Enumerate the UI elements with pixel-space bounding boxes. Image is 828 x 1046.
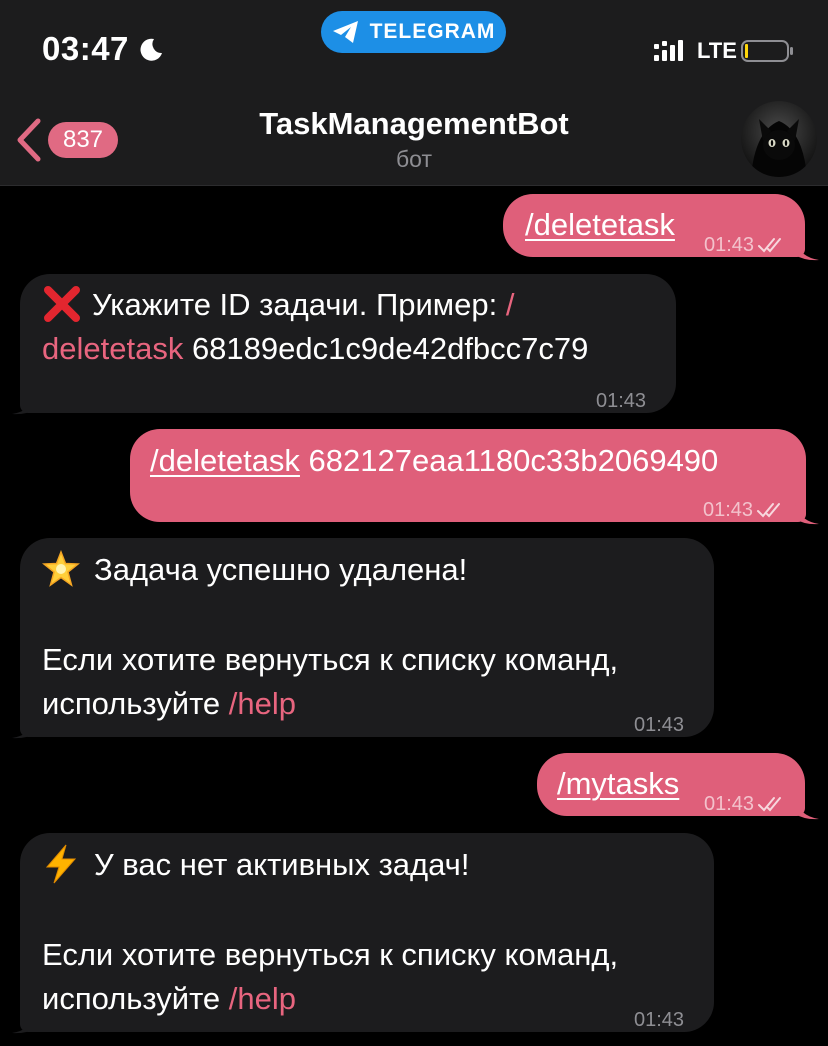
message-text: /deletetask 682127eaa1180c33b2069490 (150, 443, 719, 478)
network-type: LTE (697, 38, 737, 63)
battery-icon (741, 40, 793, 62)
message-headline: У вас нет активных задач! (42, 843, 469, 887)
message-text: Укажите ID задачи. Пример: / deletetask 6… (42, 283, 662, 371)
incoming-message: У вас нет активных задач! Если хотите ве… (20, 833, 714, 1032)
telegram-pill-label: TELEGRAM (369, 20, 496, 43)
message-body: Если хотите вернуться к списку команд, ис… (42, 937, 619, 1016)
signal-icon (654, 40, 683, 61)
telegram-plane-icon (332, 21, 358, 43)
message-time: 01:43 (704, 234, 755, 256)
message-body: Если хотите вернуться к списку команд, ис… (42, 642, 619, 721)
double-check-icon (758, 238, 782, 253)
double-check-icon (757, 503, 781, 518)
chat-title[interactable]: TaskManagementBot (0, 106, 828, 142)
command-link[interactable]: / (506, 287, 515, 322)
cross-mark-icon (44, 285, 80, 322)
message-meta: 01:43 (704, 223, 787, 267)
message-headline: Задача успешно удалена! (42, 548, 467, 592)
chat-screen: 03:47 TELEGRAM LTE 837 TaskManagementBot… (0, 0, 828, 1046)
glowing-star-icon (42, 549, 80, 587)
command-link[interactable]: deletetask (42, 331, 183, 366)
outgoing-message[interactable]: /deletetask 682127eaa1180c33b2069490 01:… (130, 429, 806, 522)
command-link[interactable]: /deletetask (525, 203, 675, 247)
outgoing-message[interactable]: /deletetask 01:43 (503, 194, 805, 257)
message-meta: 01:43 (703, 488, 786, 532)
bubble-tail (12, 717, 36, 739)
message-time: 01:43 (634, 1009, 685, 1031)
moon-icon (140, 38, 162, 61)
message-time: 01:43 (596, 390, 647, 412)
message-time: 01:43 (704, 793, 755, 815)
incoming-message: Задача успешно удалена! Если хотите верн… (20, 538, 714, 737)
lightning-icon (45, 844, 77, 884)
command-link[interactable]: /mytasks (557, 762, 679, 806)
command-link[interactable]: /deletetask (150, 443, 300, 478)
incoming-message: Укажите ID задачи. Пример: / deletetask 6… (20, 274, 676, 413)
chat-header: 03:47 TELEGRAM LTE 837 TaskManagementBot… (0, 0, 828, 186)
double-check-icon (758, 797, 782, 812)
message-time: 01:43 (703, 499, 754, 521)
help-command-link[interactable]: /help (229, 686, 296, 721)
bot-avatar[interactable] (741, 101, 817, 177)
bubble-tail (795, 798, 819, 820)
help-command-link[interactable]: /help (229, 981, 296, 1016)
bubble-tail (795, 503, 819, 525)
outgoing-message[interactable]: /mytasks 01:43 (537, 753, 805, 816)
chat-subtitle: бот (396, 146, 432, 172)
bubble-tail (795, 239, 819, 261)
black-cat-avatar-icon (741, 101, 817, 177)
message-meta: 01:43 (704, 782, 787, 826)
status-time: 03:47 (42, 30, 129, 67)
bubble-tail (12, 393, 36, 415)
bubble-tail (12, 1012, 36, 1034)
telegram-app-pill[interactable]: TELEGRAM (321, 11, 506, 53)
message-time: 01:43 (634, 714, 685, 736)
